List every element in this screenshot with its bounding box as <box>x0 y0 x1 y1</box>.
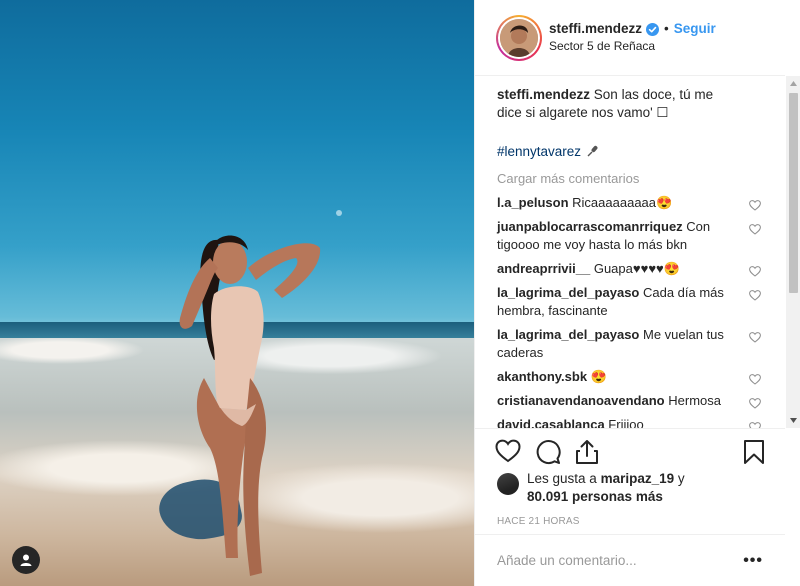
comment-item: l.a_peluson Ricaaaaaaaaa😍 <box>497 194 763 212</box>
comment-username[interactable]: cristianavendanoavendano <box>497 393 665 408</box>
heart-icon[interactable] <box>749 222 761 240</box>
heart-icon[interactable] <box>749 330 761 348</box>
header-separator: • <box>664 21 669 36</box>
tagged-user-icon[interactable] <box>12 546 40 574</box>
scrollbar-thumb[interactable] <box>789 93 798 293</box>
comment-username[interactable]: l.a_peluson <box>497 195 569 210</box>
comment-item: andreaprrivii__ Guapa♥♥♥♥😍 <box>497 260 763 278</box>
heart-icon[interactable] <box>749 288 761 306</box>
comment-username[interactable]: david.casablanca <box>497 417 605 428</box>
comment-username[interactable]: andreaprrivii__ <box>497 261 590 276</box>
comments-list[interactable]: steffi.mendezz Son las doce, tú me dice … <box>475 76 785 428</box>
scroll-up-arrow-icon[interactable] <box>786 76 800 91</box>
likes-prefix: Les gusta a <box>527 471 597 486</box>
comment-username[interactable]: juanpablocarrascomanrriquez <box>497 219 683 234</box>
comment-text: 😍 <box>590 369 607 384</box>
comment-text: Ricaaaaaaaaa😍 <box>572 195 673 210</box>
liker-username[interactable]: maripaz_19 <box>601 471 675 486</box>
avatar[interactable] <box>496 14 542 61</box>
post-location[interactable]: Sector 5 de Reñaca <box>549 38 716 54</box>
verified-badge-icon <box>646 22 660 36</box>
add-comment-bar: ••• <box>475 534 785 586</box>
comment-item: juanpablocarrascomanrriquez Con tigoooo … <box>497 218 763 254</box>
caption-hashtag-row: #lennytavarez <box>497 144 763 159</box>
photo-figure <box>179 235 321 576</box>
comment-item: la_lagrima_del_payaso Me vuelan tus cade… <box>497 326 763 362</box>
comment-item: david.casablanca Friiioo <box>497 416 763 428</box>
like-heart-icon[interactable] <box>495 439 521 466</box>
likes-count-button[interactable]: 80.091 personas más <box>527 489 663 504</box>
heart-icon[interactable] <box>749 198 761 216</box>
comment-text: Guapa♥♥♥♥😍 <box>593 261 680 276</box>
post-side-panel: steffi.mendezz • Seguir Sector 5 de Reña… <box>474 0 800 586</box>
comment-bubble-icon[interactable] <box>535 439 561 468</box>
comment-item: cristianavendanoavendano Hermosa <box>497 392 763 410</box>
scroll-down-arrow-icon[interactable] <box>786 413 800 428</box>
post-caption: steffi.mendezz Son las doce, tú me dice … <box>497 86 763 122</box>
add-comment-input[interactable] <box>497 553 744 568</box>
comment-username[interactable]: akanthony.sbk <box>497 369 587 384</box>
hashtag-link[interactable]: #lennytavarez <box>497 144 581 159</box>
comment-text: Hermosa <box>668 393 721 408</box>
share-icon[interactable] <box>575 439 599 468</box>
load-more-comments-button[interactable]: Cargar más comentarios <box>497 171 763 186</box>
comment-username[interactable]: la_lagrima_del_payaso <box>497 327 639 342</box>
likes-connector: y <box>677 471 685 486</box>
follow-button[interactable]: Seguir <box>674 21 716 37</box>
heart-icon[interactable] <box>749 264 761 282</box>
comments-scrollbar[interactable] <box>786 76 800 428</box>
caption-username[interactable]: steffi.mendezz <box>497 87 590 102</box>
liker-avatar[interactable] <box>497 473 519 495</box>
comment-item: la_lagrima_del_payaso Cada día más hembr… <box>497 284 763 320</box>
heart-icon[interactable] <box>749 396 761 414</box>
post-header: steffi.mendezz • Seguir Sector 5 de Reña… <box>475 0 785 76</box>
save-bookmark-icon[interactable] <box>743 439 765 468</box>
heart-icon[interactable] <box>749 372 761 390</box>
post-username[interactable]: steffi.mendezz <box>549 21 642 37</box>
microphone-icon <box>586 145 599 158</box>
post-photo[interactable] <box>0 0 474 586</box>
comment-text: Friiioo <box>608 417 644 428</box>
heart-icon[interactable] <box>749 420 761 428</box>
more-options-icon[interactable]: ••• <box>743 552 763 570</box>
post-timestamp[interactable]: HACE 21 HORAS <box>497 516 580 527</box>
likes-summary: Les gusta a maripaz_19 y 80.091 personas… <box>497 470 685 506</box>
comment-item: akanthony.sbk 😍 <box>497 368 763 386</box>
photo-sun <box>336 210 342 216</box>
comment-username[interactable]: la_lagrima_del_payaso <box>497 285 639 300</box>
